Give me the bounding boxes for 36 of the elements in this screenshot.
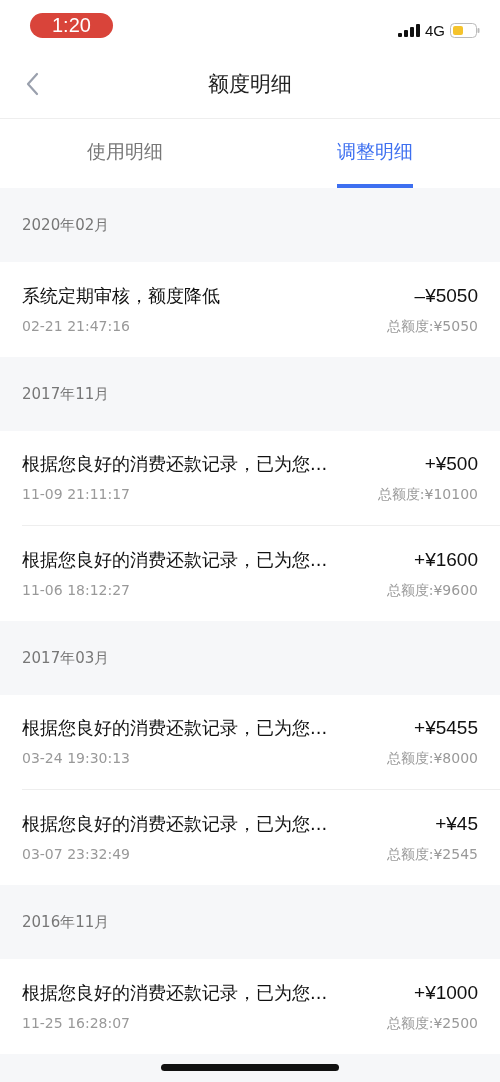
record-title: 根据您良好的消费还款记录，已为您... (22, 716, 328, 740)
back-icon[interactable] (25, 72, 39, 96)
record-time: 03-07 23:32:49 (22, 845, 130, 862)
total-limit: 总额度:¥2500 (386, 1014, 478, 1033)
month-header: 2020年02月 (22, 215, 110, 235)
record-time: 02-21 21:47:16 (22, 317, 130, 334)
record-amount: +¥1000 (414, 981, 478, 1004)
record-amount: –¥5050 (414, 284, 478, 307)
total-limit: 总额度:¥8000 (386, 750, 478, 768)
record-title: 根据您良好的消费还款记录，已为您... (22, 547, 328, 572)
tab[interactable]: 使用明细 (87, 119, 163, 188)
total-limit: 总额度:¥10100 (377, 486, 478, 504)
battery-icon (450, 22, 480, 38)
record-title: 根据您良好的消费还款记录，已为您... (22, 811, 328, 836)
record-amount: +¥1600 (414, 548, 478, 571)
record-amount: +¥500 (424, 453, 478, 475)
network-label: 4G (425, 21, 445, 39)
total-limit: 总额度:¥2545 (386, 845, 478, 864)
record-amount: +¥45 (435, 812, 478, 835)
record-time: 11-06 18:12:27 (22, 581, 130, 598)
record-title: 根据您良好的消费还款记录，已为您... (22, 452, 328, 476)
record-time: 11-09 21:11:17 (22, 486, 130, 502)
total-limit: 总额度:¥5050 (386, 317, 478, 336)
month-header: 2017年03月 (22, 648, 110, 668)
record-time: 11-25 16:28:07 (22, 1014, 130, 1031)
page-title: 额度明细 (208, 71, 292, 98)
signal-icon (398, 23, 420, 37)
record-amount: +¥5455 (414, 717, 478, 739)
month-header: 2016年11月 (22, 912, 110, 932)
month-header: 2017年11月 (22, 384, 110, 404)
record-title: 系统定期审核，额度降低 (22, 283, 220, 308)
total-limit: 总额度:¥9600 (386, 581, 478, 600)
record-time: 03-24 19:30:13 (22, 750, 130, 766)
record-title: 根据您良好的消费还款记录，已为您... (22, 980, 328, 1005)
status-time: 1:20 (30, 12, 113, 38)
tab[interactable]: 调整明细 (337, 119, 413, 188)
